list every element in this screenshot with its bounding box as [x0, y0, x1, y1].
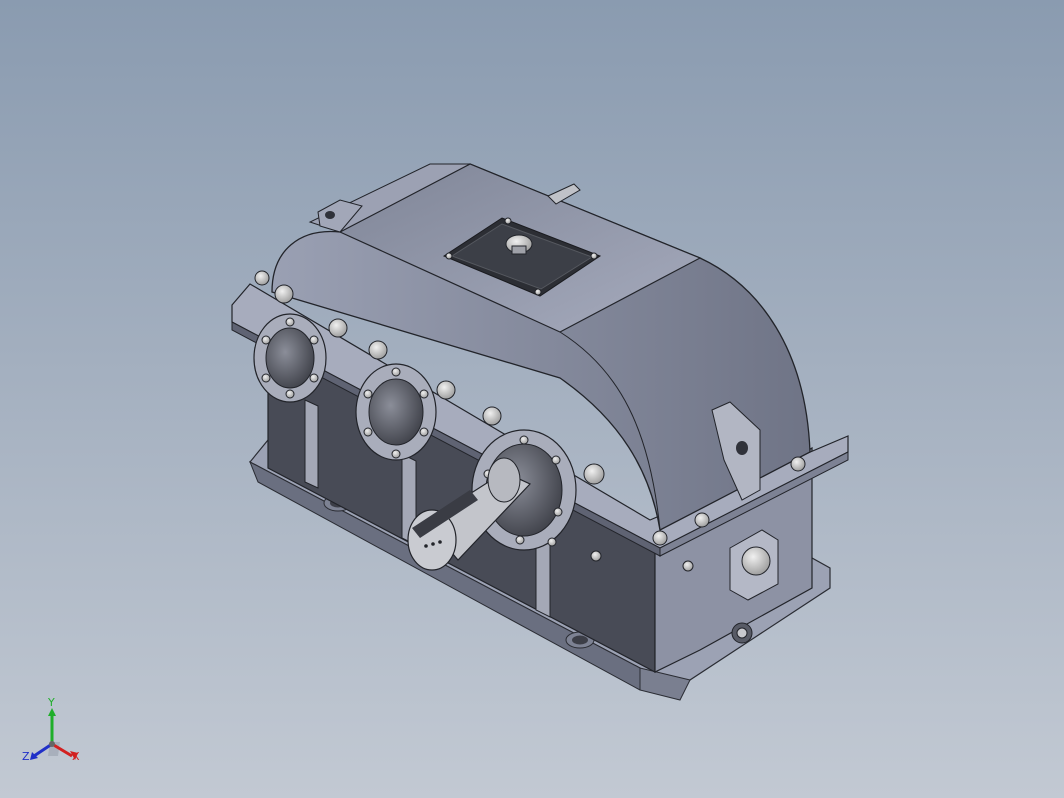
orientation-triad[interactable]: Y X Z [18, 696, 90, 772]
x-axis-label: X [72, 750, 80, 763]
bearing-cap-1 [253, 313, 327, 403]
z-axis-label: Z [22, 750, 30, 763]
bearing-cap-2 [355, 363, 437, 461]
3d-viewport[interactable]: Y X Z [0, 0, 1064, 798]
y-axis-label: Y [48, 696, 55, 709]
gearbox-model[interactable] [0, 0, 1064, 798]
